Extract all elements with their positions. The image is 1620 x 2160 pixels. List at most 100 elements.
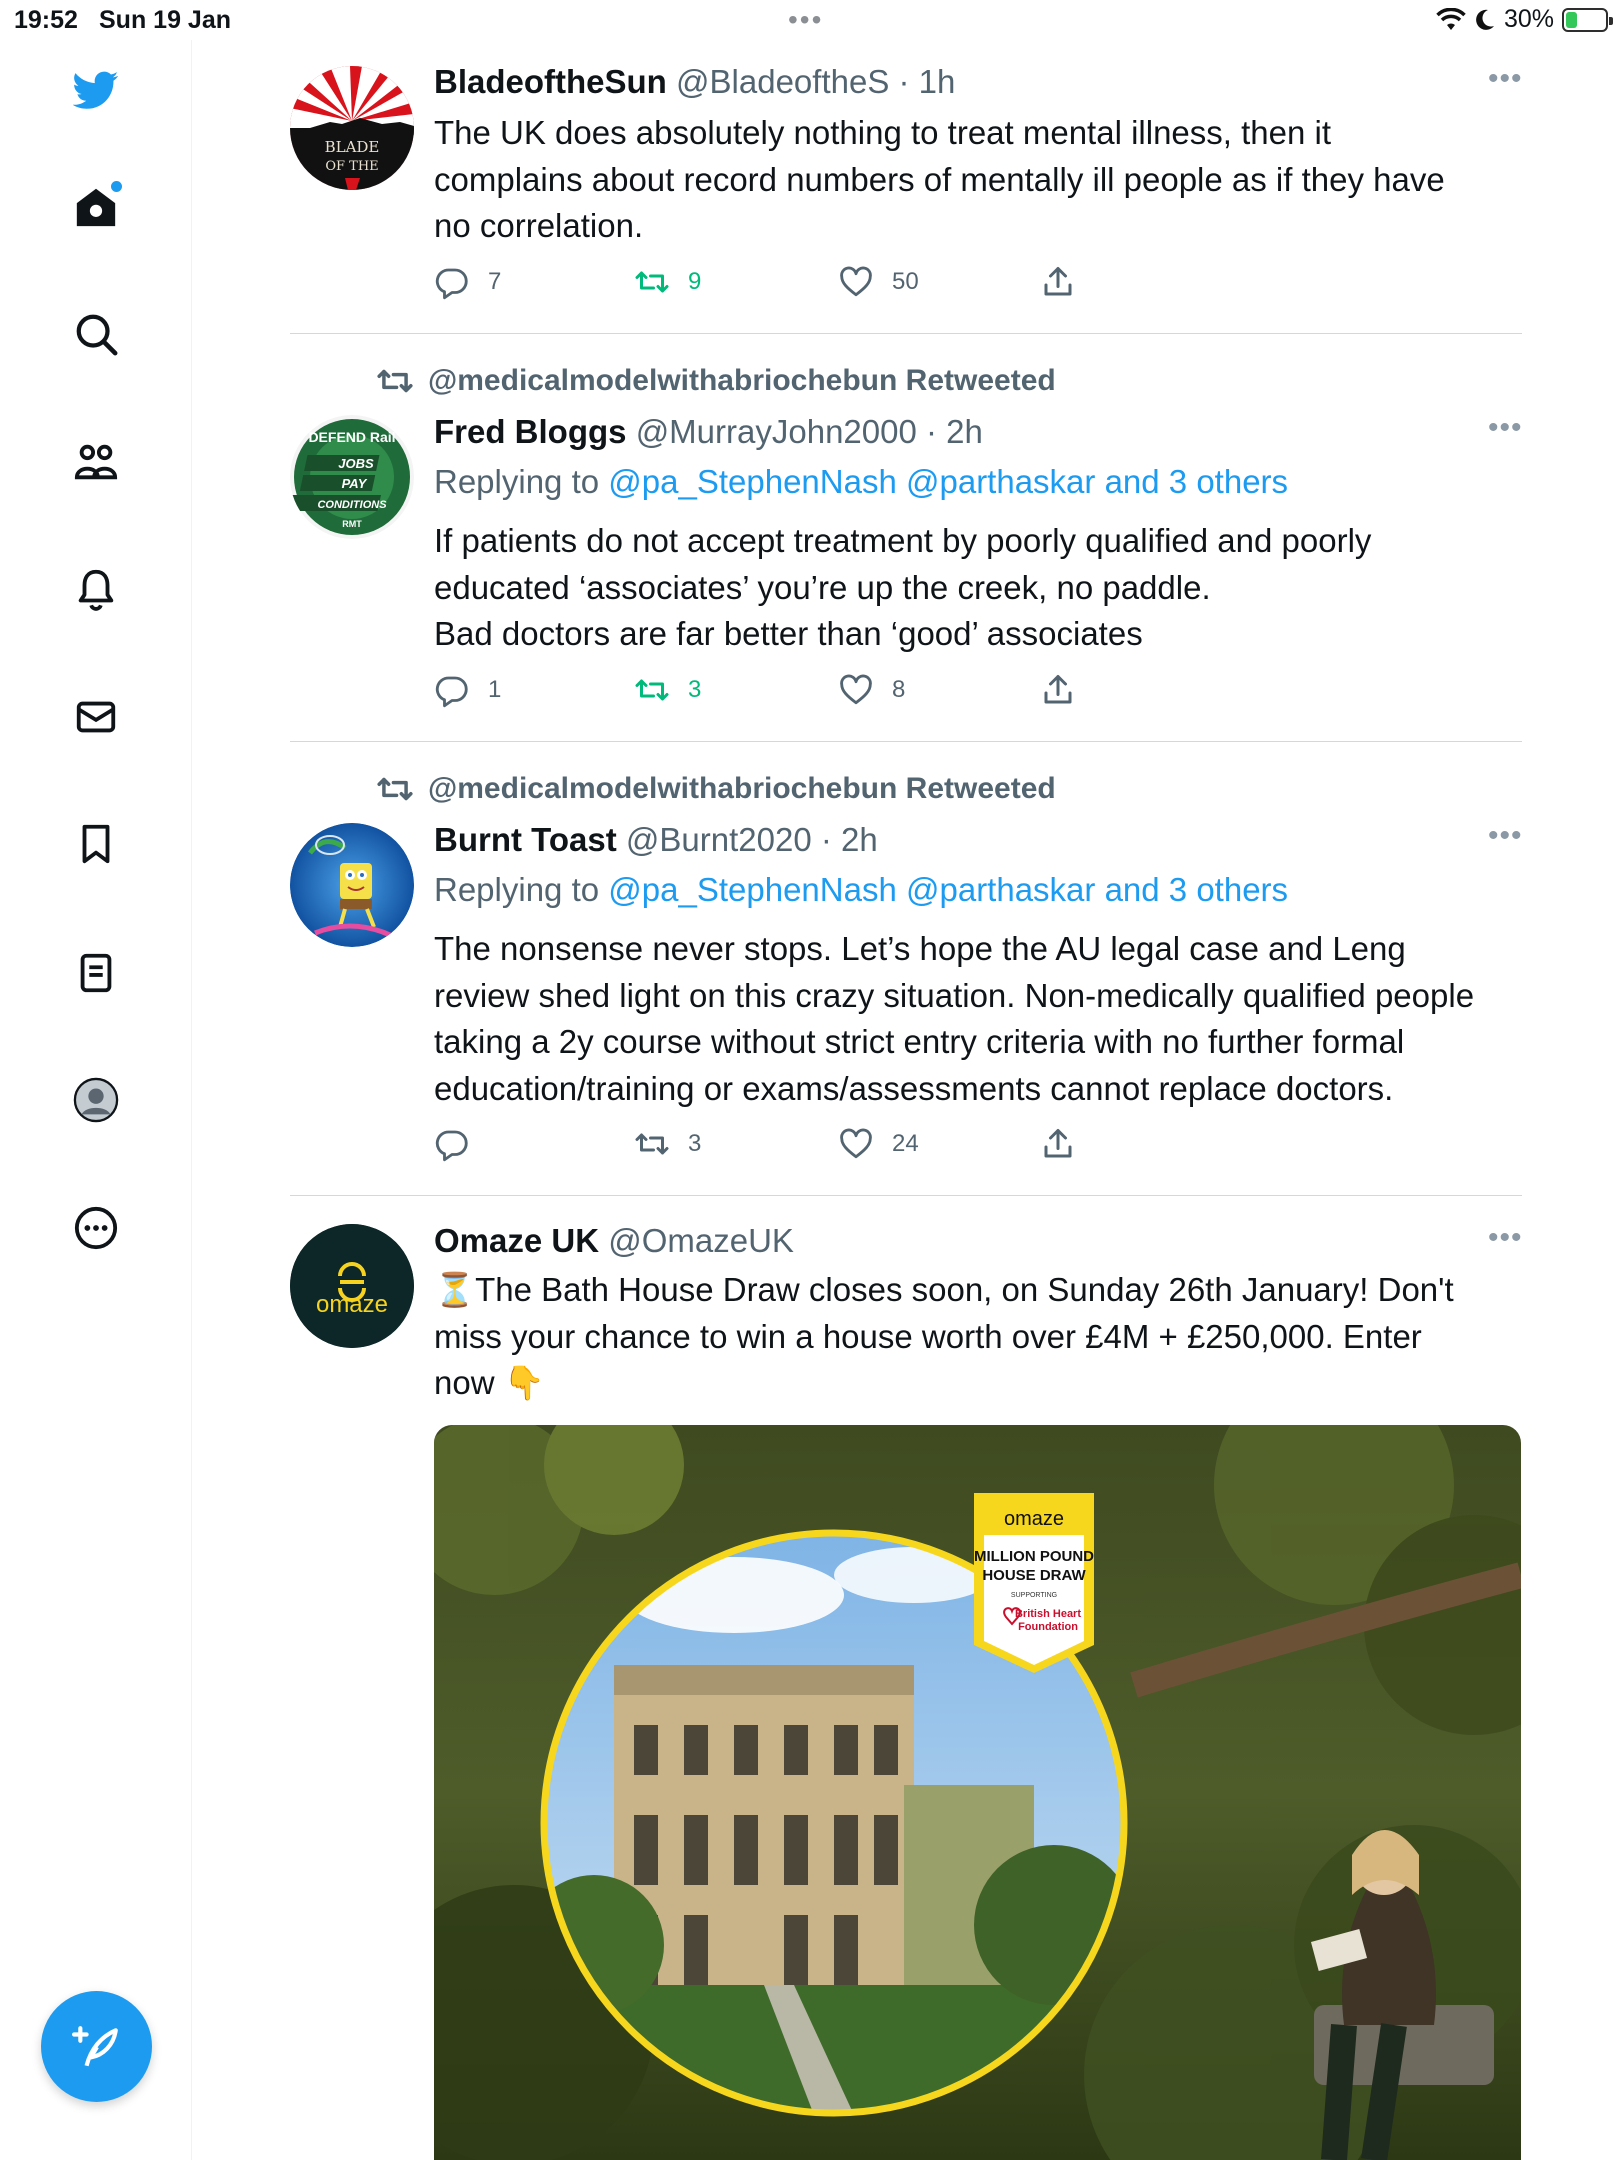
retweet-count: 3	[688, 1130, 702, 1157]
status-right: 30% ⚡	[1436, 5, 1613, 34]
badge-text-conditions: CONDITIONS	[317, 499, 387, 511]
avatar[interactable]: BLADE OF THE	[290, 66, 414, 190]
reply-button[interactable]: 7	[434, 264, 501, 300]
wifi-icon	[1436, 7, 1466, 30]
retweet-icon	[635, 271, 669, 293]
tweet-time[interactable]: · 2h	[926, 413, 983, 450]
tweet-text: The UK does absolutely nothing to treat …	[434, 110, 1524, 250]
retweet-button[interactable]: 3	[634, 1126, 701, 1162]
author-handle[interactable]: @BladeoftheS	[676, 63, 889, 100]
unread-dot	[111, 181, 122, 192]
share-button[interactable]	[1040, 1126, 1076, 1162]
badge-charity-1: British Heart	[1015, 1608, 1081, 1620]
tweet-text: If patients do not accept treatment by p…	[434, 518, 1524, 658]
replying-to-label: Replying to	[434, 871, 600, 908]
badge-brand: omaze	[1004, 1508, 1064, 1530]
badge-text-rmt: RMT	[342, 519, 362, 529]
replying-to-links[interactable]: @pa_StephenNash @parthaskar and 3 others	[608, 463, 1288, 500]
union-badge-avatar-art: DEFEND Rail JOBS PAY CONDITIONS RMT	[290, 415, 414, 539]
like-button[interactable]: 50	[838, 264, 919, 300]
author-name[interactable]: BladeoftheSun	[434, 63, 667, 100]
tweet-text-line: Bad doctors are far better than ‘good’ a…	[434, 615, 1143, 652]
replying-to-links[interactable]: @pa_StephenNash @parthaskar and 3 others	[608, 871, 1288, 908]
badge-supporting: SUPPORTING	[1011, 1592, 1057, 1599]
nav-notifications[interactable]	[66, 559, 126, 619]
avatar[interactable]: omaze	[290, 1224, 414, 1348]
replying-to: Replying to @pa_StephenNash @parthaskar …	[434, 870, 1288, 910]
tweet-media-image[interactable]: omaze MILLION POUND HOUSE DRAW SUPPORTIN…	[434, 1425, 1521, 2160]
avatar-text: omaze	[316, 1291, 388, 1318]
tweet-divider	[290, 333, 1522, 334]
retweeted-by-text[interactable]: @medicalmodelwithabriochebun Retweeted	[428, 364, 1056, 398]
tweet-actions: 1 3 8	[434, 672, 1334, 712]
more-options-icon[interactable]: •••	[1488, 819, 1523, 853]
sun-rays-avatar-art: BLADE OF THE	[290, 66, 414, 190]
home-icon	[76, 188, 116, 227]
cartoon-avatar-art	[290, 823, 414, 947]
badge-text-pay: PAY	[342, 476, 368, 491]
badge-text-top: DEFEND Rail	[308, 429, 395, 445]
tweet-actions: 7 9 50	[434, 264, 1334, 304]
reply-button[interactable]: 1	[434, 672, 501, 708]
nav-search[interactable]	[66, 304, 126, 364]
author-name[interactable]: Burnt Toast	[434, 821, 617, 858]
retweeted-by-text[interactable]: @medicalmodelwithabriochebun Retweeted	[428, 772, 1056, 806]
avatar[interactable]: DEFEND Rail JOBS PAY CONDITIONS RMT	[290, 415, 414, 539]
author-name[interactable]: Fred Bloggs	[434, 413, 627, 450]
retweet-button[interactable]: 3	[634, 672, 701, 708]
nav-communities[interactable]	[66, 432, 126, 492]
multitasking-dots-icon[interactable]: •••	[788, 4, 823, 36]
more-options-icon[interactable]: •••	[1488, 411, 1523, 445]
compose-tweet-button[interactable]	[41, 1991, 152, 2102]
like-button[interactable]: 24	[838, 1126, 919, 1162]
nav-messages[interactable]	[66, 687, 126, 747]
like-count: 8	[892, 676, 906, 703]
tweet-text-line: now 👇	[434, 1364, 545, 1401]
nav-profile[interactable]	[66, 1070, 126, 1130]
more-options-icon[interactable]: •••	[1488, 62, 1523, 96]
tweet-header: Omaze UK @OmazeUK	[434, 1221, 794, 1261]
retweet-icon	[635, 1133, 669, 1155]
tweet-text: The nonsense never stops. Let’s hope the…	[434, 926, 1524, 1112]
tweet-header: Burnt Toast @Burnt2020 · 2h	[434, 820, 878, 860]
communities-icon	[74, 444, 118, 480]
badge-text-jobs: JOBS	[338, 456, 374, 471]
profile-avatar-icon	[73, 1077, 119, 1123]
bookmark-icon	[82, 824, 110, 864]
retweet-button[interactable]: 9	[634, 264, 701, 300]
share-icon	[1044, 675, 1072, 704]
more-options-icon[interactable]: •••	[1488, 1221, 1523, 1255]
share-button[interactable]	[1040, 264, 1076, 300]
author-handle[interactable]: @Burnt2020	[626, 821, 812, 858]
mail-icon	[76, 701, 116, 733]
badge-charity-2: Foundation	[1018, 1621, 1078, 1633]
tweet-time[interactable]: · 2h	[821, 821, 878, 858]
retweet-icon	[377, 369, 413, 393]
nav-more[interactable]	[66, 1198, 126, 1258]
tweet-text-line: If patients do not accept treatment by p…	[434, 522, 1372, 559]
nav-home[interactable]	[66, 177, 126, 237]
omaze-logo-avatar: omaze	[290, 1224, 414, 1348]
battery-icon: ⚡	[1562, 7, 1613, 32]
reply-icon	[435, 676, 468, 708]
author-name[interactable]: Omaze UK	[434, 1222, 599, 1259]
author-handle[interactable]: @MurrayJohn2000	[636, 413, 917, 450]
author-handle[interactable]: @OmazeUK	[608, 1222, 794, 1259]
status-time: 19:52	[14, 6, 78, 34]
twitter-logo-icon[interactable]	[66, 60, 126, 120]
tweet-text-line: The UK does absolutely nothing to treat …	[434, 114, 1332, 151]
tweet-actions: 3 24	[434, 1126, 1334, 1166]
tweet-time[interactable]: · 1h	[899, 63, 956, 100]
badge-title-2: HOUSE DRAW	[982, 1567, 1086, 1584]
avatar[interactable]	[290, 823, 414, 947]
heart-icon	[840, 266, 872, 297]
nav-bookmarks[interactable]	[66, 814, 126, 874]
retweet-icon	[635, 679, 669, 701]
reply-icon	[435, 268, 468, 300]
like-button[interactable]: 8	[838, 672, 905, 708]
share-icon	[1044, 1129, 1072, 1158]
replying-to: Replying to @pa_StephenNash @parthaskar …	[434, 462, 1288, 502]
reply-button[interactable]	[434, 1126, 488, 1162]
nav-lists[interactable]	[66, 943, 126, 1003]
share-button[interactable]	[1040, 672, 1076, 708]
